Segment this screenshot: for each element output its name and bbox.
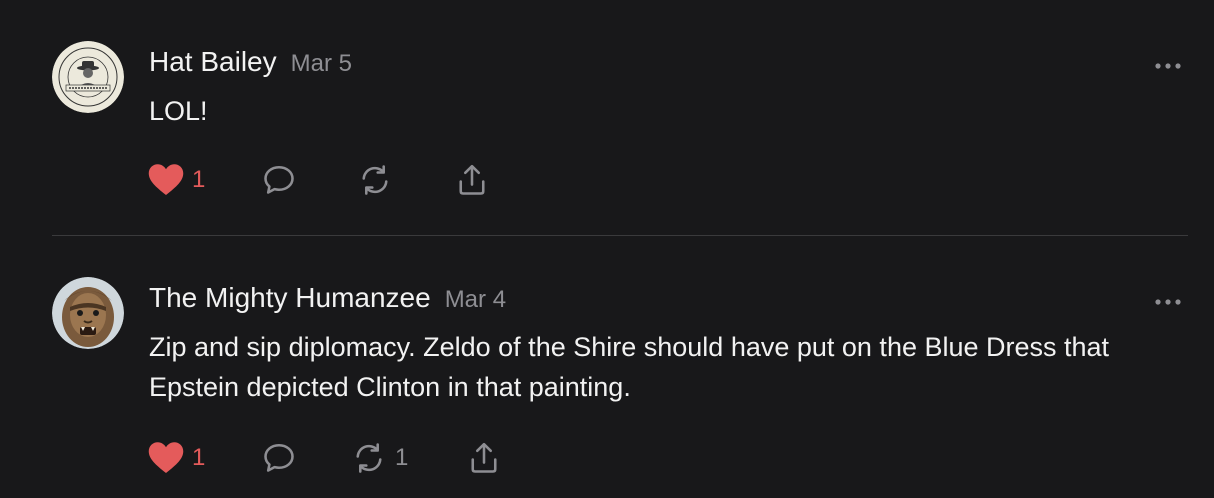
like-button[interactable]: 1 [148, 160, 205, 200]
avatar[interactable] [52, 41, 124, 113]
share-upload-icon [471, 442, 497, 473]
comment-date[interactable]: Mar 5 [291, 50, 352, 77]
restack-button[interactable]: 1 [351, 438, 408, 478]
comment-date[interactable]: Mar 4 [445, 286, 506, 313]
comment-divider [52, 235, 1188, 236]
share-upload-icon [459, 164, 485, 195]
restack-button[interactable] [357, 160, 393, 200]
share-button[interactable] [454, 160, 490, 200]
comment-actions: 1 1 [0, 438, 600, 478]
author-name[interactable]: The Mighty Humanzee [149, 282, 431, 313]
restack-arrows-icon [362, 165, 388, 195]
heart-icon [148, 164, 184, 195]
more-options-button[interactable] [1154, 57, 1182, 69]
creature-face-avatar-icon [52, 277, 124, 349]
reply-button[interactable] [261, 160, 297, 200]
comment-header: The Mighty Humanzee Mar 4 [149, 281, 506, 317]
comment-text: Zip and sip diplomacy. Zeldo of the Shir… [149, 332, 1110, 402]
restack-count: 1 [395, 444, 409, 471]
ellipsis-icon [1155, 299, 1181, 305]
more-options-button[interactable] [1154, 293, 1182, 305]
share-button[interactable] [466, 438, 502, 478]
comment-text: LOL! [149, 96, 208, 126]
comment-header: Hat Bailey Mar 5 [149, 45, 352, 81]
author-name[interactable]: Hat Bailey [149, 46, 277, 77]
speech-bubble-icon [264, 443, 294, 472]
comment-actions: 1 [0, 160, 600, 200]
heart-icon [148, 442, 184, 473]
like-count: 1 [192, 166, 206, 193]
hat-bailey-logo-icon [52, 41, 124, 113]
like-button[interactable]: 1 [148, 438, 205, 478]
avatar[interactable] [52, 277, 124, 349]
restack-arrows-icon [356, 443, 382, 473]
reply-button[interactable] [261, 438, 297, 478]
speech-bubble-icon [264, 165, 294, 194]
like-count: 1 [192, 444, 206, 471]
ellipsis-icon [1155, 63, 1181, 69]
